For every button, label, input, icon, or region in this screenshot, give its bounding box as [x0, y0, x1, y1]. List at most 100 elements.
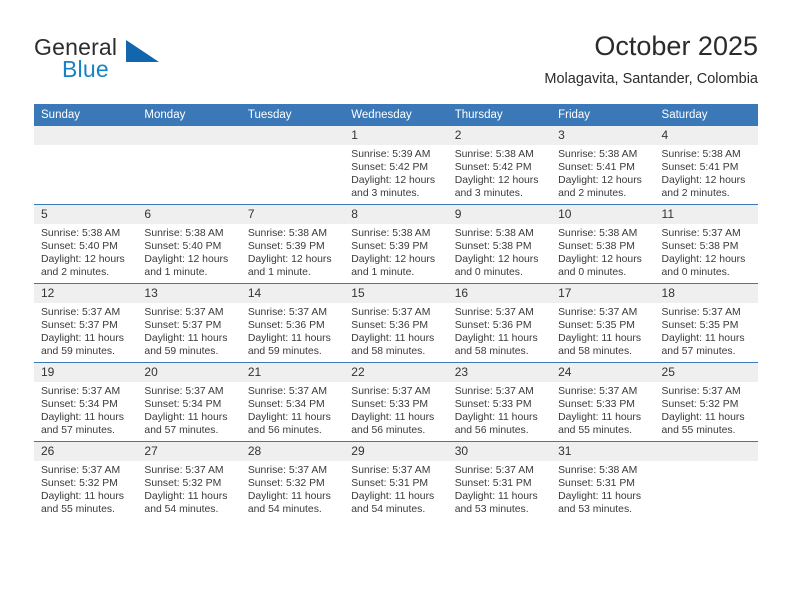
generalblue-logo[interactable]: General Blue	[34, 34, 254, 94]
day-number	[137, 126, 241, 145]
sunset-text: Sunset: 5:37 PM	[144, 320, 222, 332]
day-number: 25	[654, 363, 758, 382]
calendar-day-cell[interactable]: 2 Sunrise: 5:38 AM Sunset: 5:42 PM Daylight…	[447, 126, 552, 205]
sunrise-text: Sunrise: 5:37 AM	[247, 386, 327, 397]
calendar-day-cell[interactable]: 9 Sunrise: 5:38 AM Sunset: 5:38 PM Daylight…	[447, 204, 552, 284]
calendar-day-cell[interactable]: 21 Sunrise: 5:37 AM Sunset: 5:34 PM Dayligh…	[240, 362, 345, 442]
day-number: 4	[654, 126, 758, 145]
day-sun-info: Sunrise: 5:38 AM Sunset: 5:40 PM Daylight:…	[34, 224, 137, 279]
sunrise-text: Sunrise: 5:38 AM	[558, 228, 638, 239]
weekday-header-tuesday: Tuesday	[240, 104, 345, 126]
calendar-day-cell[interactable]: 11 Sunrise: 5:37 AM Sunset: 5:38 PM Dayligh…	[654, 204, 758, 284]
daylight-text: Daylight: 11 hours	[558, 333, 642, 345]
calendar-day-cell[interactable]: 31 Sunrise: 5:38 AM Sunset: 5:31 PM Dayligh…	[551, 441, 655, 520]
sunrise-text: Sunrise: 5:38 AM	[351, 228, 431, 239]
calendar-day-cell[interactable]: 27 Sunrise: 5:37 AM Sunset: 5:32 PM Dayligh…	[137, 441, 241, 520]
sunrise-text: Sunrise: 5:37 AM	[558, 386, 638, 397]
calendar-day-cell[interactable]: 26 Sunrise: 5:37 AM Sunset: 5:32 PM Dayligh…	[34, 441, 138, 520]
daylight-text: Daylight: 11 hours	[661, 333, 745, 345]
day-sun-info: Sunrise: 5:37 AM Sunset: 5:32 PM Daylight:…	[241, 461, 344, 516]
day-sun-info: Sunrise: 5:38 AM Sunset: 5:42 PM Daylight:…	[448, 145, 551, 200]
sunrise-text: Sunrise: 5:37 AM	[661, 386, 741, 397]
calendar-day-cell[interactable]: 8 Sunrise: 5:38 AM Sunset: 5:39 PM Daylight…	[344, 204, 448, 284]
day-sun-info: Sunrise: 5:39 AM Sunset: 5:42 PM Daylight:…	[344, 145, 447, 200]
sunset-text: Sunset: 5:32 PM	[247, 478, 325, 490]
calendar-day-cell[interactable]: 1 Sunrise: 5:39 AM Sunset: 5:42 PM Daylight…	[344, 126, 448, 205]
daylight-text: Daylight: 12 hours	[454, 254, 539, 266]
calendar-day-cell[interactable]: 5 Sunrise: 5:38 AM Sunset: 5:40 PM Daylight…	[34, 204, 138, 284]
day-sun-info: Sunrise: 5:37 AM Sunset: 5:33 PM Daylight:…	[344, 382, 447, 437]
sunset-text: Sunset: 5:41 PM	[558, 162, 635, 174]
sunrise-text: Sunrise: 5:37 AM	[454, 465, 534, 476]
calendar-day-cell[interactable]: 6 Sunrise: 5:38 AM Sunset: 5:40 PM Daylight…	[137, 204, 241, 284]
daylight-text: Daylight: 12 hours	[558, 254, 642, 266]
sunrise-text: Sunrise: 5:37 AM	[247, 307, 327, 318]
day-sun-info: Sunrise: 5:37 AM Sunset: 5:31 PM Daylight:…	[448, 461, 551, 516]
calendar-day-cell[interactable]: 24 Sunrise: 5:37 AM Sunset: 5:33 PM Dayligh…	[551, 362, 655, 442]
sunset-text: Sunset: 5:40 PM	[144, 241, 222, 253]
calendar-day-cell[interactable]: 15 Sunrise: 5:37 AM Sunset: 5:36 PM Dayligh…	[344, 283, 448, 363]
calendar-day-cell[interactable]: 10 Sunrise: 5:38 AM Sunset: 5:38 PM Dayligh…	[551, 204, 655, 284]
daylight-text-cont: and 57 minutes.	[661, 346, 736, 358]
calendar-day-cell[interactable]: 19 Sunrise: 5:37 AM Sunset: 5:34 PM Dayligh…	[34, 362, 138, 442]
sunrise-text: Sunrise: 5:37 AM	[41, 386, 121, 397]
day-sun-info: Sunrise: 5:38 AM Sunset: 5:41 PM Daylight:…	[655, 145, 758, 200]
calendar-day-cell[interactable]: 13 Sunrise: 5:37 AM Sunset: 5:37 PM Dayligh…	[137, 283, 241, 363]
sunrise-text: Sunrise: 5:37 AM	[351, 465, 431, 476]
calendar-day-cell[interactable]: 17 Sunrise: 5:37 AM Sunset: 5:35 PM Dayligh…	[551, 283, 655, 363]
title-block: October 2025 Molagavita, Santander, Colo…	[544, 30, 758, 88]
sunrise-text: Sunrise: 5:38 AM	[558, 465, 638, 476]
day-number: 12	[34, 284, 138, 303]
daylight-text: Daylight: 12 hours	[351, 175, 436, 187]
sunset-text: Sunset: 5:35 PM	[558, 320, 635, 332]
day-number: 9	[447, 205, 552, 224]
calendar-day-cell[interactable]: 30 Sunrise: 5:37 AM Sunset: 5:31 PM Dayligh…	[447, 441, 552, 520]
calendar-day-cell[interactable]: 7 Sunrise: 5:38 AM Sunset: 5:39 PM Daylight…	[240, 204, 345, 284]
daylight-text: Daylight: 11 hours	[454, 412, 538, 424]
day-sun-info: Sunrise: 5:37 AM Sunset: 5:34 PM Daylight:…	[241, 382, 344, 437]
daylight-text: Daylight: 11 hours	[247, 333, 331, 345]
sunset-text: Sunset: 5:32 PM	[144, 478, 222, 490]
day-sun-info: Sunrise: 5:37 AM Sunset: 5:32 PM Daylight:…	[655, 382, 758, 437]
day-sun-info: Sunrise: 5:37 AM Sunset: 5:33 PM Daylight:…	[448, 382, 551, 437]
sunset-text: Sunset: 5:38 PM	[558, 241, 635, 253]
day-sun-info: Sunrise: 5:37 AM Sunset: 5:33 PM Daylight:…	[551, 382, 654, 437]
calendar-day-cell[interactable]: 22 Sunrise: 5:37 AM Sunset: 5:33 PM Dayligh…	[344, 362, 448, 442]
calendar-day-cell[interactable]: 20 Sunrise: 5:37 AM Sunset: 5:34 PM Dayligh…	[137, 362, 241, 442]
daylight-text-cont: and 58 minutes.	[558, 346, 633, 358]
sunset-text: Sunset: 5:35 PM	[661, 320, 739, 332]
calendar-day-cell[interactable]: 25 Sunrise: 5:37 AM Sunset: 5:32 PM Dayligh…	[654, 362, 758, 442]
daylight-text-cont: and 0 minutes.	[661, 267, 730, 279]
daylight-text: Daylight: 11 hours	[41, 491, 124, 503]
calendar-day-cell[interactable]: 16 Sunrise: 5:37 AM Sunset: 5:36 PM Dayligh…	[447, 283, 552, 363]
daylight-text-cont: and 54 minutes.	[247, 504, 322, 516]
calendar-day-cell[interactable]: 18 Sunrise: 5:37 AM Sunset: 5:35 PM Dayligh…	[654, 283, 758, 363]
day-number	[34, 126, 138, 145]
daylight-text: Daylight: 12 hours	[661, 175, 746, 187]
calendar-day-cell[interactable]: 23 Sunrise: 5:37 AM Sunset: 5:33 PM Dayligh…	[447, 362, 552, 442]
day-sun-info: Sunrise: 5:37 AM Sunset: 5:37 PM Daylight:…	[34, 303, 137, 358]
day-number: 14	[240, 284, 345, 303]
sunrise-text: Sunrise: 5:38 AM	[558, 149, 638, 160]
calendar-day-cell[interactable]: 28 Sunrise: 5:37 AM Sunset: 5:32 PM Dayligh…	[240, 441, 345, 520]
sunset-text: Sunset: 5:33 PM	[351, 399, 429, 411]
calendar-day-cell[interactable]: 3 Sunrise: 5:38 AM Sunset: 5:41 PM Daylight…	[551, 126, 655, 205]
daylight-text-cont: and 2 minutes.	[661, 188, 730, 200]
day-sun-info: Sunrise: 5:38 AM Sunset: 5:38 PM Daylight:…	[448, 224, 551, 279]
daylight-text-cont: and 58 minutes.	[351, 346, 426, 358]
calendar-day-cell[interactable]: 12 Sunrise: 5:37 AM Sunset: 5:37 PM Dayligh…	[34, 283, 138, 363]
day-sun-info: Sunrise: 5:37 AM Sunset: 5:35 PM Daylight:…	[655, 303, 758, 358]
calendar-day-cell[interactable]: 4 Sunrise: 5:38 AM Sunset: 5:41 PM Daylight…	[654, 126, 758, 205]
sunrise-text: Sunrise: 5:37 AM	[144, 465, 224, 476]
calendar-day-cell[interactable]: 14 Sunrise: 5:37 AM Sunset: 5:36 PM Dayligh…	[240, 283, 345, 363]
day-sun-info: Sunrise: 5:37 AM Sunset: 5:36 PM Daylight:…	[344, 303, 447, 358]
daylight-text-cont: and 2 minutes.	[41, 267, 110, 279]
day-sun-info: Sunrise: 5:37 AM Sunset: 5:37 PM Daylight:…	[137, 303, 240, 358]
sunrise-text: Sunrise: 5:37 AM	[351, 307, 431, 318]
day-sun-info: Sunrise: 5:37 AM Sunset: 5:32 PM Daylight:…	[137, 461, 240, 516]
day-number: 5	[34, 205, 138, 224]
calendar-day-cell[interactable]: 29 Sunrise: 5:37 AM Sunset: 5:31 PM Dayligh…	[344, 441, 448, 520]
day-sun-info: Sunrise: 5:37 AM Sunset: 5:36 PM Daylight:…	[241, 303, 344, 358]
day-sun-info: Sunrise: 5:38 AM Sunset: 5:41 PM Daylight:…	[551, 145, 654, 200]
sunrise-text: Sunrise: 5:37 AM	[351, 386, 431, 397]
